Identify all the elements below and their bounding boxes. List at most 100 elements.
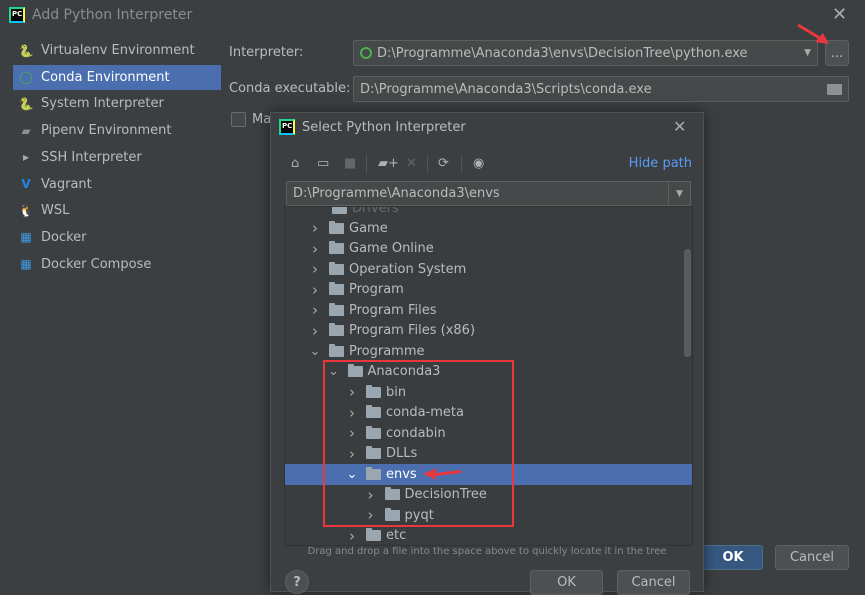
sidebar-item-pipenv-environment[interactable]: ▰ Pipenv Environment: [13, 118, 221, 143]
delete-icon[interactable]: ✕: [406, 156, 417, 171]
ok-button[interactable]: OK: [703, 545, 763, 570]
interpreter-select[interactable]: D:\Programme\Anaconda3\envs\DecisionTree…: [353, 40, 818, 66]
path-input[interactable]: D:\Programme\Anaconda3\envs ▼: [286, 181, 691, 206]
tree-scrollbar[interactable]: [684, 249, 691, 357]
folder-icon: [366, 384, 381, 398]
tree-row[interactable]: › DecisionTree: [285, 485, 692, 506]
sidebar-item-label: System Interpreter: [41, 96, 164, 112]
refresh-icon[interactable]: ⟳: [438, 156, 449, 171]
tree-row[interactable]: › etc: [285, 526, 692, 546]
chevron-right-icon[interactable]: ›: [365, 486, 377, 504]
tree-row[interactable]: › DLLs: [285, 444, 692, 465]
sidebar-item-ssh-interpreter[interactable]: ▸ SSH Interpreter: [13, 145, 221, 170]
dialog-ok-button[interactable]: OK: [530, 570, 603, 595]
make-available-checkbox[interactable]: [231, 112, 246, 127]
path-value: D:\Programme\Anaconda3\envs: [293, 186, 500, 201]
chevron-right-icon[interactable]: ›: [346, 383, 358, 401]
sidebar-item-docker[interactable]: ▦ Docker: [13, 225, 221, 250]
hide-path-link[interactable]: Hide path: [629, 156, 692, 171]
chevron-down-icon[interactable]: ▼: [804, 48, 811, 58]
chevron-right-icon[interactable]: ›: [309, 281, 321, 299]
folder-icon: [366, 405, 381, 419]
chevron-right-icon[interactable]: ›: [309, 322, 321, 340]
tree-row-label: envs: [386, 466, 417, 482]
cancel-button[interactable]: Cancel: [775, 545, 849, 570]
folder-icon: [329, 282, 344, 296]
drag-drop-hint: Drag and drop a file into the space abov…: [307, 546, 667, 557]
tree-row[interactable]: › Program: [285, 280, 692, 301]
tree-row[interactable]: ⌄ envs: [285, 464, 692, 485]
folder-icon: [366, 446, 381, 460]
tree-row-label: Program Files: [349, 302, 437, 318]
chevron-right-icon[interactable]: ›: [309, 260, 321, 278]
chevron-right-icon[interactable]: ›: [309, 301, 321, 319]
sidebar-item-label: SSH Interpreter: [41, 149, 142, 165]
chevron-right-icon[interactable]: ›: [346, 404, 358, 422]
tree-row[interactable]: › Program Files: [285, 300, 692, 321]
dialog-close-icon[interactable]: ✕: [673, 117, 686, 136]
project-folder-icon[interactable]: ■: [344, 156, 356, 171]
tree-row-label: Game Online: [349, 241, 434, 257]
vagrant-icon: V: [21, 177, 31, 191]
desktop-icon[interactable]: ▭: [317, 156, 329, 171]
show-hidden-icon[interactable]: ◉: [473, 156, 484, 171]
python-virtualenv-icon: 🐍: [18, 43, 34, 58]
sidebar-item-conda-environment[interactable]: ◯ Conda Environment: [13, 64, 221, 90]
folder-icon: [329, 261, 344, 275]
folder-icon: [329, 323, 344, 337]
folder-open-icon[interactable]: [827, 83, 842, 95]
folder-icon: [366, 425, 381, 439]
tree-row-partial[interactable]: Drivers: [285, 207, 692, 219]
sidebar-item-virtualenv-environment[interactable]: 🐍 Virtualenv Environment: [13, 38, 221, 63]
tree-row-label: bin: [386, 384, 407, 400]
tree-row-label: DecisionTree: [404, 487, 487, 503]
chevron-right-icon[interactable]: ›: [346, 445, 358, 463]
tree-row[interactable]: ⌄ Programme: [285, 341, 692, 362]
new-folder-icon[interactable]: ▰+: [378, 156, 399, 171]
tree-row[interactable]: ⌄ Anaconda3: [285, 362, 692, 383]
docker-icon: ▦: [20, 230, 32, 245]
interpreter-label: Interpreter:: [229, 45, 304, 60]
tree-row[interactable]: › Game: [285, 218, 692, 239]
chevron-down-icon[interactable]: ⌄: [346, 467, 358, 482]
tree-row[interactable]: › Operation System: [285, 259, 692, 280]
tree-row[interactable]: › condabin: [285, 423, 692, 444]
tree-row[interactable]: › Program Files (x86): [285, 321, 692, 342]
tree-row-label: condabin: [386, 425, 446, 441]
pycharm-logo-icon: PC: [279, 119, 295, 135]
folder-icon: [384, 487, 400, 501]
sidebar-item-label: Vagrant: [41, 176, 92, 192]
sidebar-item-system-interpreter[interactable]: 🐍 System Interpreter: [13, 91, 221, 116]
chevron-right-icon[interactable]: ›: [365, 506, 377, 524]
sidebar-item-vagrant[interactable]: V Vagrant: [13, 172, 221, 197]
help-button[interactable]: ?: [285, 570, 309, 594]
chevron-down-icon[interactable]: ⌄: [309, 344, 321, 359]
dialog-title: Select Python Interpreter: [302, 120, 466, 135]
path-history-dropdown[interactable]: ▼: [668, 182, 690, 205]
docker-compose-icon: ▦: [20, 257, 32, 272]
sidebar-item-label: Pipenv Environment: [41, 123, 172, 139]
conda-executable-field[interactable]: D:\Programme\Anaconda3\Scripts\conda.exe: [353, 76, 849, 102]
window-title: Add Python Interpreter: [32, 7, 193, 23]
sidebar-item-docker-compose[interactable]: ▦ Docker Compose: [13, 252, 221, 277]
chevron-right-icon[interactable]: ›: [346, 424, 358, 442]
file-tree[interactable]: Drivers › Game › Game Online › Operation Syst…: [284, 206, 693, 546]
sidebar-item-wsl[interactable]: 🐧 WSL: [13, 198, 221, 223]
tree-row[interactable]: › Game Online: [285, 239, 692, 260]
chevron-right-icon[interactable]: ›: [309, 219, 321, 237]
chevron-right-icon[interactable]: ›: [346, 527, 358, 545]
chevron-down-icon[interactable]: ⌄: [328, 364, 340, 379]
tree-row-label: Operation System: [349, 261, 467, 277]
sidebar-item-label: Docker Compose: [41, 256, 152, 272]
tree-row[interactable]: › conda-meta: [285, 403, 692, 424]
tree-row[interactable]: › pyqt: [285, 505, 692, 526]
python-icon: 🐍: [18, 96, 34, 111]
pycharm-logo-icon: PC: [9, 7, 25, 23]
conda-ring-icon: [360, 47, 372, 59]
chevron-right-icon[interactable]: ›: [309, 240, 321, 258]
sidebar-item-label: Docker: [41, 229, 87, 245]
tree-row[interactable]: › bin: [285, 382, 692, 403]
dialog-cancel-button[interactable]: Cancel: [617, 570, 690, 595]
home-icon[interactable]: ⌂: [291, 156, 299, 171]
tree-row-label: pyqt: [404, 507, 434, 523]
